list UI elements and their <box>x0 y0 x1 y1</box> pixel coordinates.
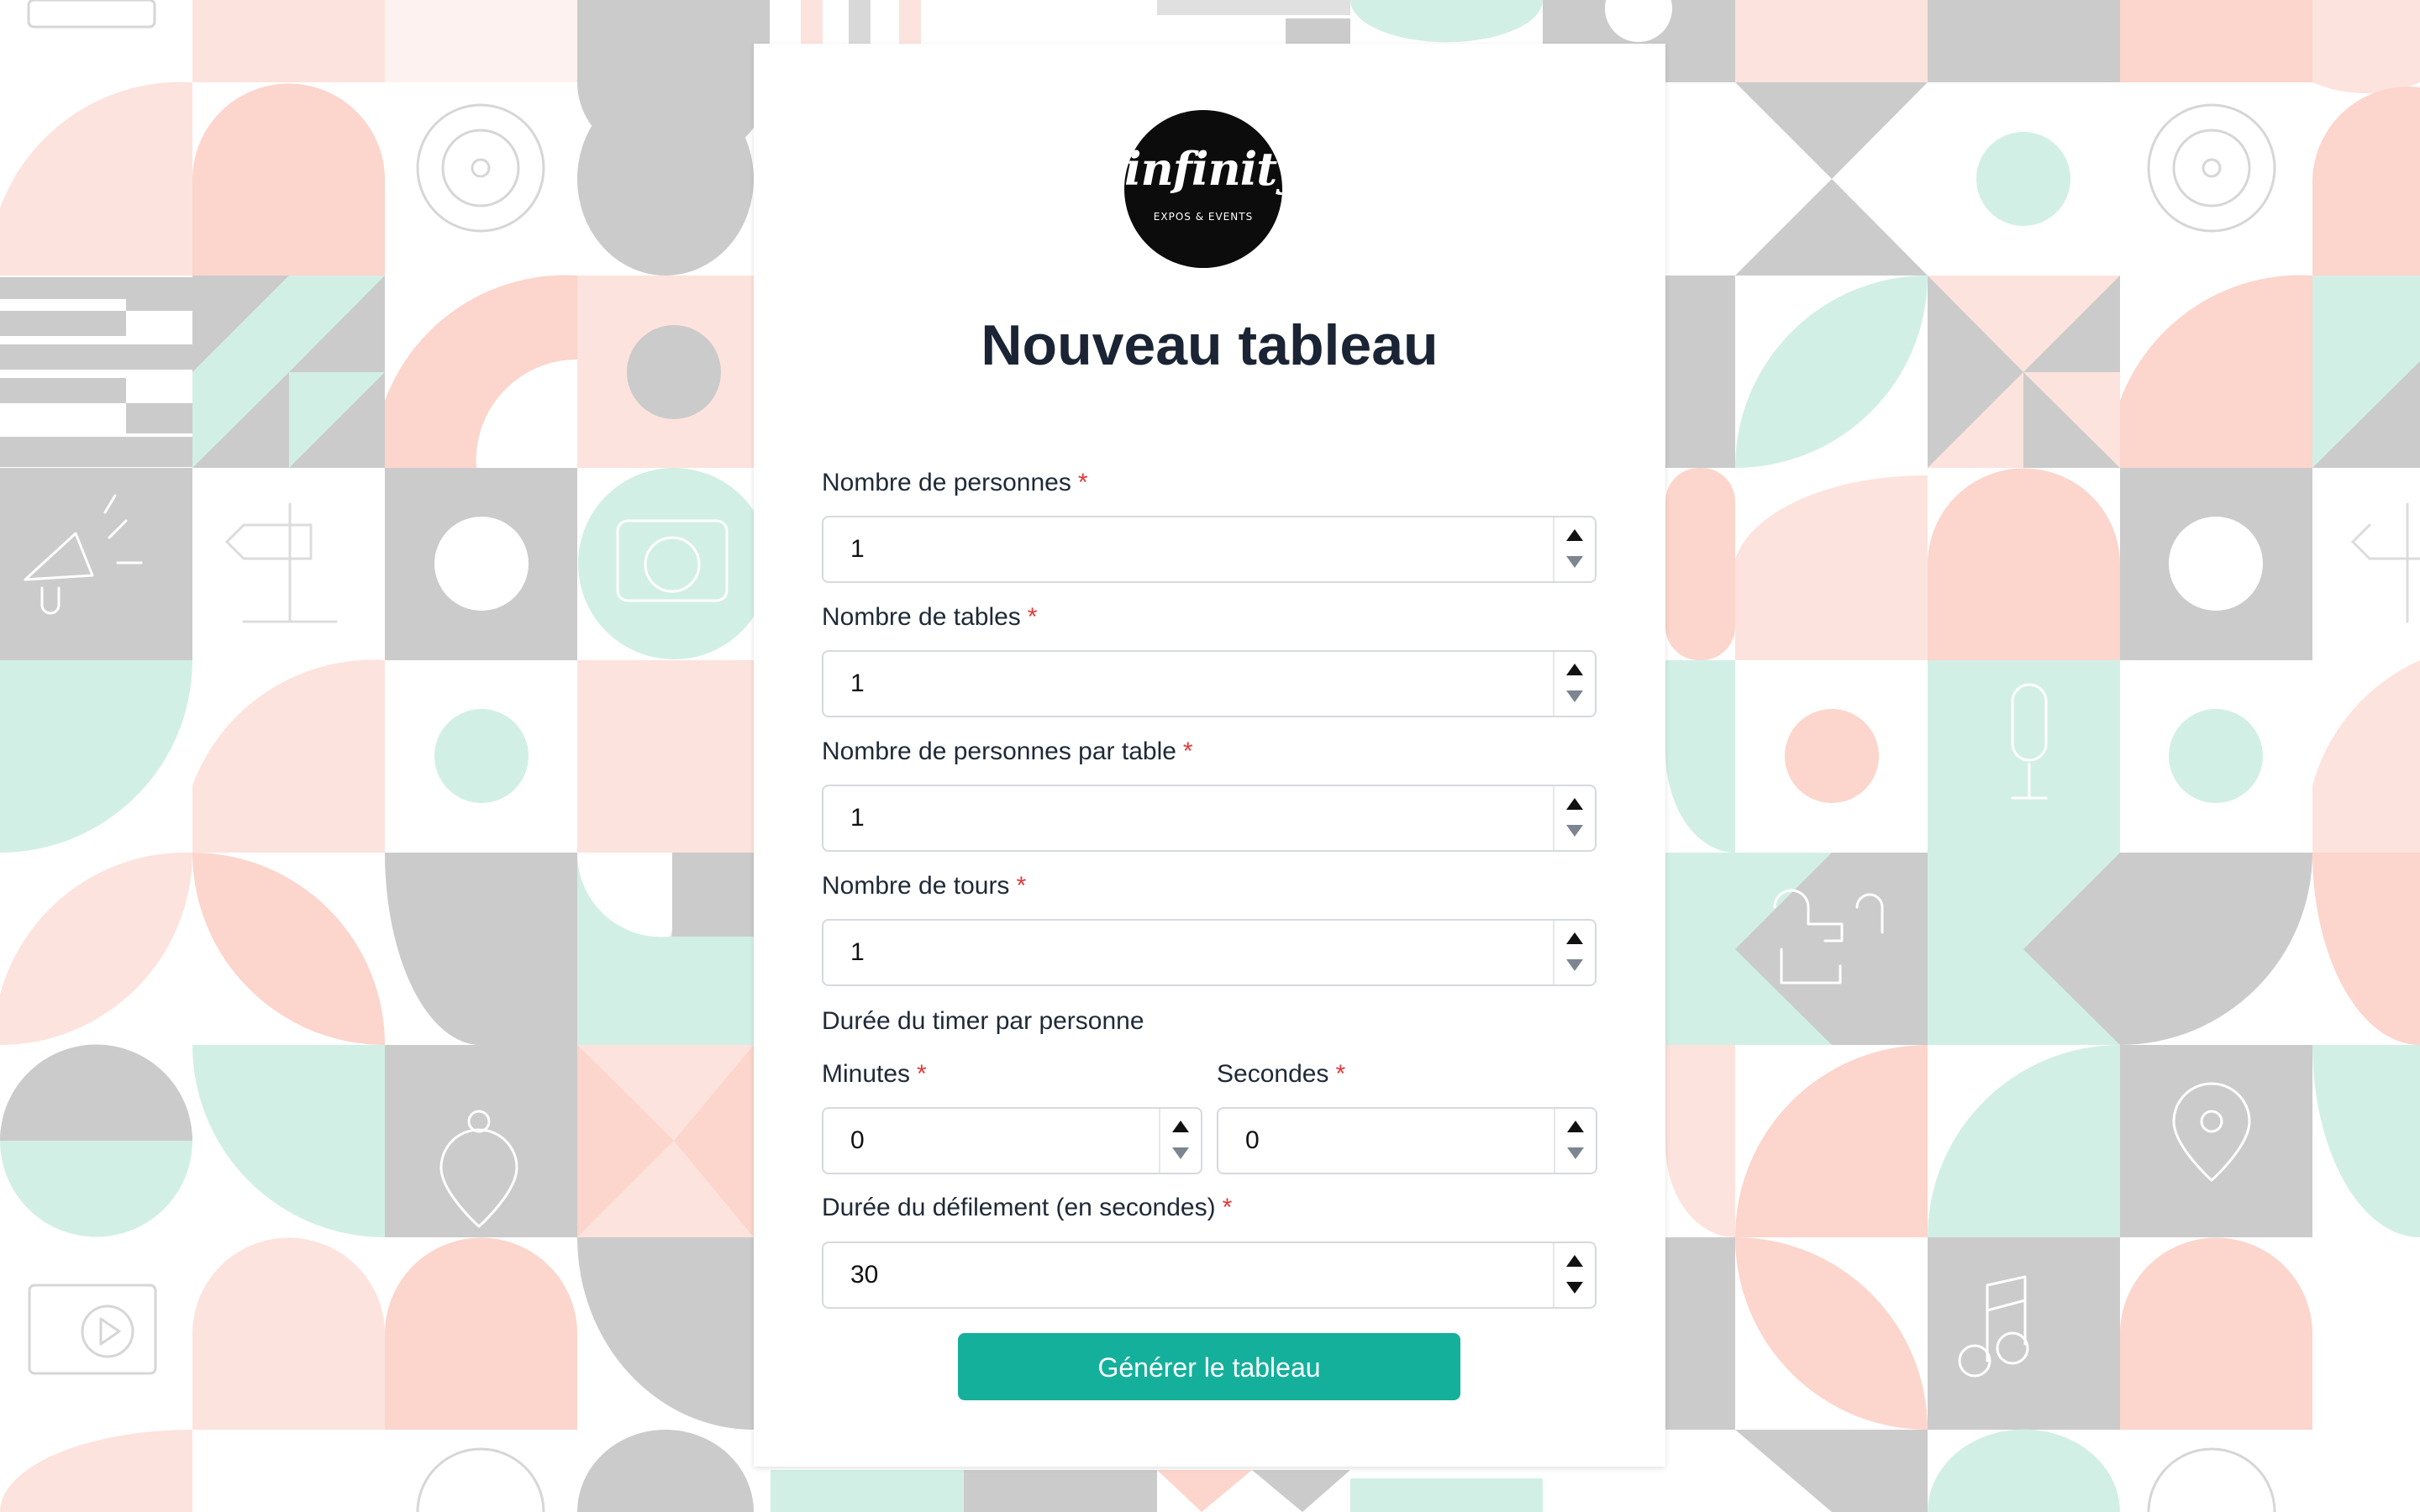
defilement-input[interactable]: 30 <box>822 1242 1597 1309</box>
minutes-label-text: Minutes <box>822 1060 911 1088</box>
tours-stepper[interactable] <box>1553 921 1595 984</box>
tours-value: 1 <box>850 938 865 966</box>
increment-icon[interactable] <box>1566 798 1583 810</box>
par-table-stepper[interactable] <box>1553 786 1595 850</box>
secondes-value: 0 <box>1245 1126 1260 1154</box>
par-table-value: 1 <box>850 804 865 832</box>
increment-icon[interactable] <box>1566 529 1583 541</box>
tours-input[interactable]: 1 <box>822 919 1597 986</box>
required-mark: * <box>1027 603 1038 631</box>
required-mark: * <box>1182 738 1193 765</box>
increment-icon[interactable] <box>1566 1255 1583 1267</box>
secondes-input[interactable]: 0 <box>1217 1107 1597 1174</box>
defilement-stepper[interactable] <box>1553 1243 1595 1307</box>
tables-stepper[interactable] <box>1553 652 1595 716</box>
decrement-icon[interactable] <box>1566 690 1583 702</box>
par-table-input[interactable]: 1 <box>822 785 1597 852</box>
required-mark: * <box>1077 469 1088 496</box>
tours-label: Nombre de tours * <box>822 872 1026 900</box>
personnes-input[interactable]: 1 <box>822 516 1597 583</box>
brand-logo: infinity EXPOS & EVENTS <box>1124 110 1282 268</box>
minutes-stepper[interactable] <box>1159 1109 1201 1173</box>
personnes-stepper[interactable] <box>1553 517 1595 581</box>
form-card: infinity EXPOS & EVENTS Nouveau tableau … <box>754 44 1665 1467</box>
secondes-stepper[interactable] <box>1554 1109 1596 1173</box>
tables-input[interactable]: 1 <box>822 650 1597 717</box>
decrement-icon[interactable] <box>1566 556 1583 568</box>
decrement-icon[interactable] <box>1566 1282 1583 1294</box>
logo-tagline: EXPOS & EVENTS <box>1153 211 1254 223</box>
tours-label-text: Nombre de tours <box>822 872 1010 900</box>
tables-value: 1 <box>850 669 865 697</box>
minutes-label: Minutes * <box>822 1060 927 1089</box>
personnes-label-text: Nombre de personnes <box>822 469 1071 496</box>
defilement-value: 30 <box>850 1261 879 1289</box>
par-table-label: Nombre de personnes par table * <box>822 738 1193 766</box>
page-title: Nouveau tableau <box>981 313 1439 377</box>
personnes-label: Nombre de personnes * <box>822 469 1088 497</box>
required-mark: * <box>1335 1060 1346 1088</box>
decrement-icon[interactable] <box>1566 825 1583 837</box>
defilement-label-text: Durée du défilement (en secondes) <box>822 1194 1216 1221</box>
par-table-label-text: Nombre de personnes par table <box>822 738 1176 765</box>
decrement-icon[interactable] <box>1172 1147 1189 1159</box>
timer-heading: Durée du timer par personne <box>822 1007 1144 1035</box>
decrement-icon[interactable] <box>1567 1147 1584 1159</box>
decrement-icon[interactable] <box>1566 959 1583 971</box>
tables-label: Nombre de tables * <box>822 603 1037 632</box>
personnes-value: 1 <box>850 535 865 563</box>
required-mark: * <box>917 1060 927 1088</box>
logo-wordmark: infinity <box>1124 142 1282 196</box>
increment-icon[interactable] <box>1566 932 1583 944</box>
required-mark: * <box>1016 872 1027 900</box>
increment-icon[interactable] <box>1567 1121 1584 1132</box>
secondes-label-text: Secondes <box>1217 1060 1329 1088</box>
required-mark: * <box>1222 1194 1233 1221</box>
increment-icon[interactable] <box>1172 1121 1189 1132</box>
secondes-label: Secondes * <box>1217 1060 1345 1089</box>
defilement-label: Durée du défilement (en secondes) * <box>822 1194 1232 1222</box>
minutes-value: 0 <box>850 1126 865 1154</box>
minutes-input[interactable]: 0 <box>822 1107 1202 1174</box>
tables-label-text: Nombre de tables <box>822 603 1021 631</box>
increment-icon[interactable] <box>1566 664 1583 675</box>
generate-table-button[interactable]: Générer le tableau <box>958 1333 1460 1400</box>
